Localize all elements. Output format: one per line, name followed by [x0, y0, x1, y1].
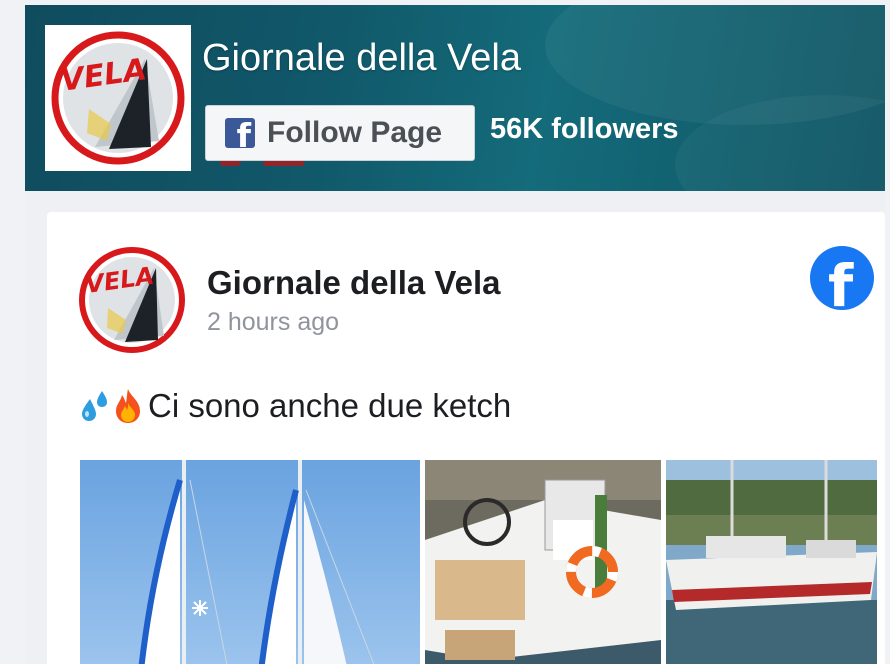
vela-logo: VELA: [79, 247, 185, 353]
fire-icon: [113, 387, 143, 425]
follow-page-button[interactable]: f Follow Page: [205, 105, 475, 161]
page-title[interactable]: Giornale della Vela: [202, 37, 521, 80]
photo-cockpit-lifebuoy[interactable]: [425, 460, 661, 664]
facebook-logo-icon[interactable]: f: [810, 246, 874, 310]
page-avatar[interactable]: VELA: [45, 25, 191, 171]
post-avatar[interactable]: VELA: [78, 246, 186, 354]
facebook-f-icon: f: [225, 118, 255, 148]
post-author[interactable]: Giornale della Vela: [207, 264, 500, 302]
post-card: VELA Giornale della Vela 2 hours ago f C…: [47, 212, 885, 664]
post-message: Ci sono anche due ketch: [80, 387, 511, 425]
page-cover: VE VELA Giornale della Vela f Follow Pag…: [25, 5, 885, 191]
photo-ketch-sails[interactable]: [80, 460, 420, 664]
post-photo-grid: [80, 460, 877, 664]
facebook-page-widget: VE VELA Giornale della Vela f Follow Pag…: [25, 5, 885, 664]
sweat-droplets-icon: [80, 387, 110, 425]
vela-logo: VELA: [51, 31, 185, 165]
post-timestamp[interactable]: 2 hours ago: [207, 308, 339, 337]
follow-page-label: Follow Page: [267, 116, 443, 149]
photo-boat-harbor[interactable]: [666, 460, 877, 664]
followers-count: 56K followers: [490, 113, 679, 145]
post-text: Ci sono anche due ketch: [148, 387, 512, 424]
